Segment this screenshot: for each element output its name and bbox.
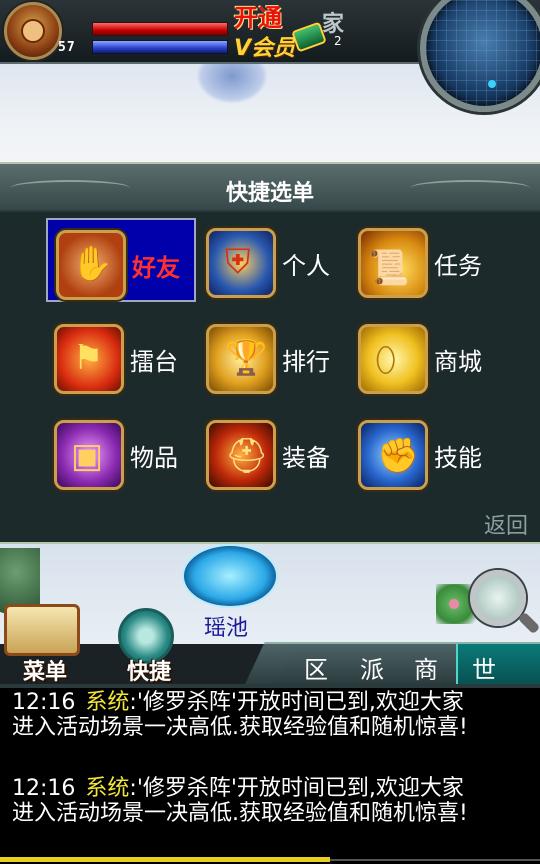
menu-item-label: 个人 bbox=[282, 252, 330, 280]
trophy-icon: 🏆 bbox=[206, 324, 276, 394]
menu-item-friends[interactable]: ✋ 好友 bbox=[46, 218, 196, 302]
chat-channel: 系统 bbox=[85, 776, 130, 801]
chat-log[interactable]: 12:16 系统:'修罗杀阵'开放时间已到,欢迎大家进入活动场景一决高低.获取经验… bbox=[0, 688, 540, 854]
menu-item-skills[interactable]: ✊ 技能 bbox=[350, 410, 500, 494]
player-position-marker bbox=[488, 80, 496, 88]
chat-time: 12:16 bbox=[12, 690, 76, 715]
tab-world[interactable]: 世 bbox=[472, 650, 496, 685]
chat-time: 12:16 bbox=[12, 776, 76, 801]
back-button[interactable]: 返回 bbox=[484, 508, 528, 540]
menu-item-personal[interactable]: ⛨ 个人 bbox=[198, 218, 348, 302]
menu-button-label: 菜单 bbox=[22, 660, 67, 685]
tab-trade[interactable]: 商 bbox=[414, 650, 438, 685]
chat-channel-tabs: 区 派 商 世 bbox=[272, 642, 540, 686]
cloud-sprite bbox=[196, 64, 268, 104]
player-level: 57 bbox=[58, 40, 76, 55]
tab-region[interactable]: 区 bbox=[304, 650, 328, 685]
menu-item-tasks[interactable]: 📜 任务 bbox=[350, 218, 500, 302]
experience-fill bbox=[0, 857, 330, 862]
quick-menu-title: 快捷选单 bbox=[225, 181, 314, 206]
quick-menu-header: 快捷选单 bbox=[0, 164, 540, 212]
chat-message: 12:16 系统:'修罗杀阵'开放时间已到,欢迎大家进入活动场景一决高低.获取经验… bbox=[12, 776, 482, 826]
armor-icon: ⛨ bbox=[206, 228, 276, 298]
menu-item-label: 装备 bbox=[282, 444, 330, 472]
menu-item-label: 商城 bbox=[434, 348, 482, 376]
vip-promo-line2[interactable]: V会员 bbox=[234, 30, 295, 62]
menu-button[interactable]: 菜单 bbox=[0, 604, 90, 685]
experience-bar bbox=[0, 854, 540, 864]
chat-text: :'修罗杀阵'开放时间已到,欢迎大家进入活动场景一决高低.获取经验值和随机惊喜! bbox=[12, 690, 468, 740]
chat-channel: 系统 bbox=[85, 690, 130, 715]
menu-item-shop[interactable]: ⬯ 商城 bbox=[350, 314, 500, 398]
vip-promo-line1[interactable]: 开通 bbox=[234, 0, 282, 33]
active-tab-highlight bbox=[456, 644, 540, 686]
treasure-chest-icon: ▣ bbox=[54, 420, 124, 490]
menu-item-label: 好友 bbox=[132, 254, 180, 282]
chat-text: :'修罗杀阵'开放时间已到,欢迎大家进入活动场景一决高低.获取经验值和随机惊喜! bbox=[12, 776, 468, 826]
helmet-icon: ⛑ bbox=[206, 420, 276, 490]
gold-ingot-icon: ⬯ bbox=[358, 324, 428, 394]
experience-track bbox=[330, 859, 540, 861]
chat-message: 12:16 系统:'修罗杀阵'开放时间已到,欢迎大家进入活动场景一决高低.获取经验… bbox=[12, 690, 482, 740]
player-avatar[interactable] bbox=[4, 2, 62, 60]
menu-item-arena[interactable]: ⚑ 擂台 bbox=[46, 314, 196, 398]
tab-sect[interactable]: 派 bbox=[360, 650, 384, 685]
hp-bar bbox=[92, 22, 228, 36]
menu-item-items[interactable]: ▣ 物品 bbox=[46, 410, 196, 494]
menu-item-label: 物品 bbox=[130, 444, 178, 472]
avatar-face bbox=[21, 19, 45, 43]
quick-button[interactable]: 快捷 bbox=[104, 604, 194, 685]
flag-icon: ⚑ bbox=[54, 324, 124, 394]
menu-item-label: 技能 bbox=[434, 444, 482, 472]
scroll-icon bbox=[4, 604, 80, 656]
menu-item-equipment[interactable]: ⛑ 装备 bbox=[198, 410, 348, 494]
magnifier-icon[interactable] bbox=[470, 570, 526, 626]
family-count: 2 bbox=[334, 34, 342, 48]
fist-icon: ✊ bbox=[358, 420, 428, 490]
scroll-gold-icon: 📜 bbox=[358, 228, 428, 298]
portal-icon[interactable] bbox=[182, 544, 278, 608]
menu-item-label: 任务 bbox=[434, 252, 482, 280]
quick-menu-panel: 快捷选单 ✋ 好友 ⛨ 个人 📜 任务 ⚑ 擂台 🏆 排行 ⬯ 商城 ▣ 物品 … bbox=[0, 162, 540, 544]
menu-item-label: 排行 bbox=[282, 348, 330, 376]
portal-label[interactable]: 瑶池 bbox=[204, 610, 248, 642]
menu-item-ranking[interactable]: 🏆 排行 bbox=[198, 314, 348, 398]
minimap-grid bbox=[426, 0, 540, 106]
quick-button-label: 快捷 bbox=[126, 660, 171, 685]
mp-bar bbox=[92, 40, 228, 54]
menu-item-label: 擂台 bbox=[130, 348, 178, 376]
handshake-icon: ✋ bbox=[56, 230, 126, 300]
